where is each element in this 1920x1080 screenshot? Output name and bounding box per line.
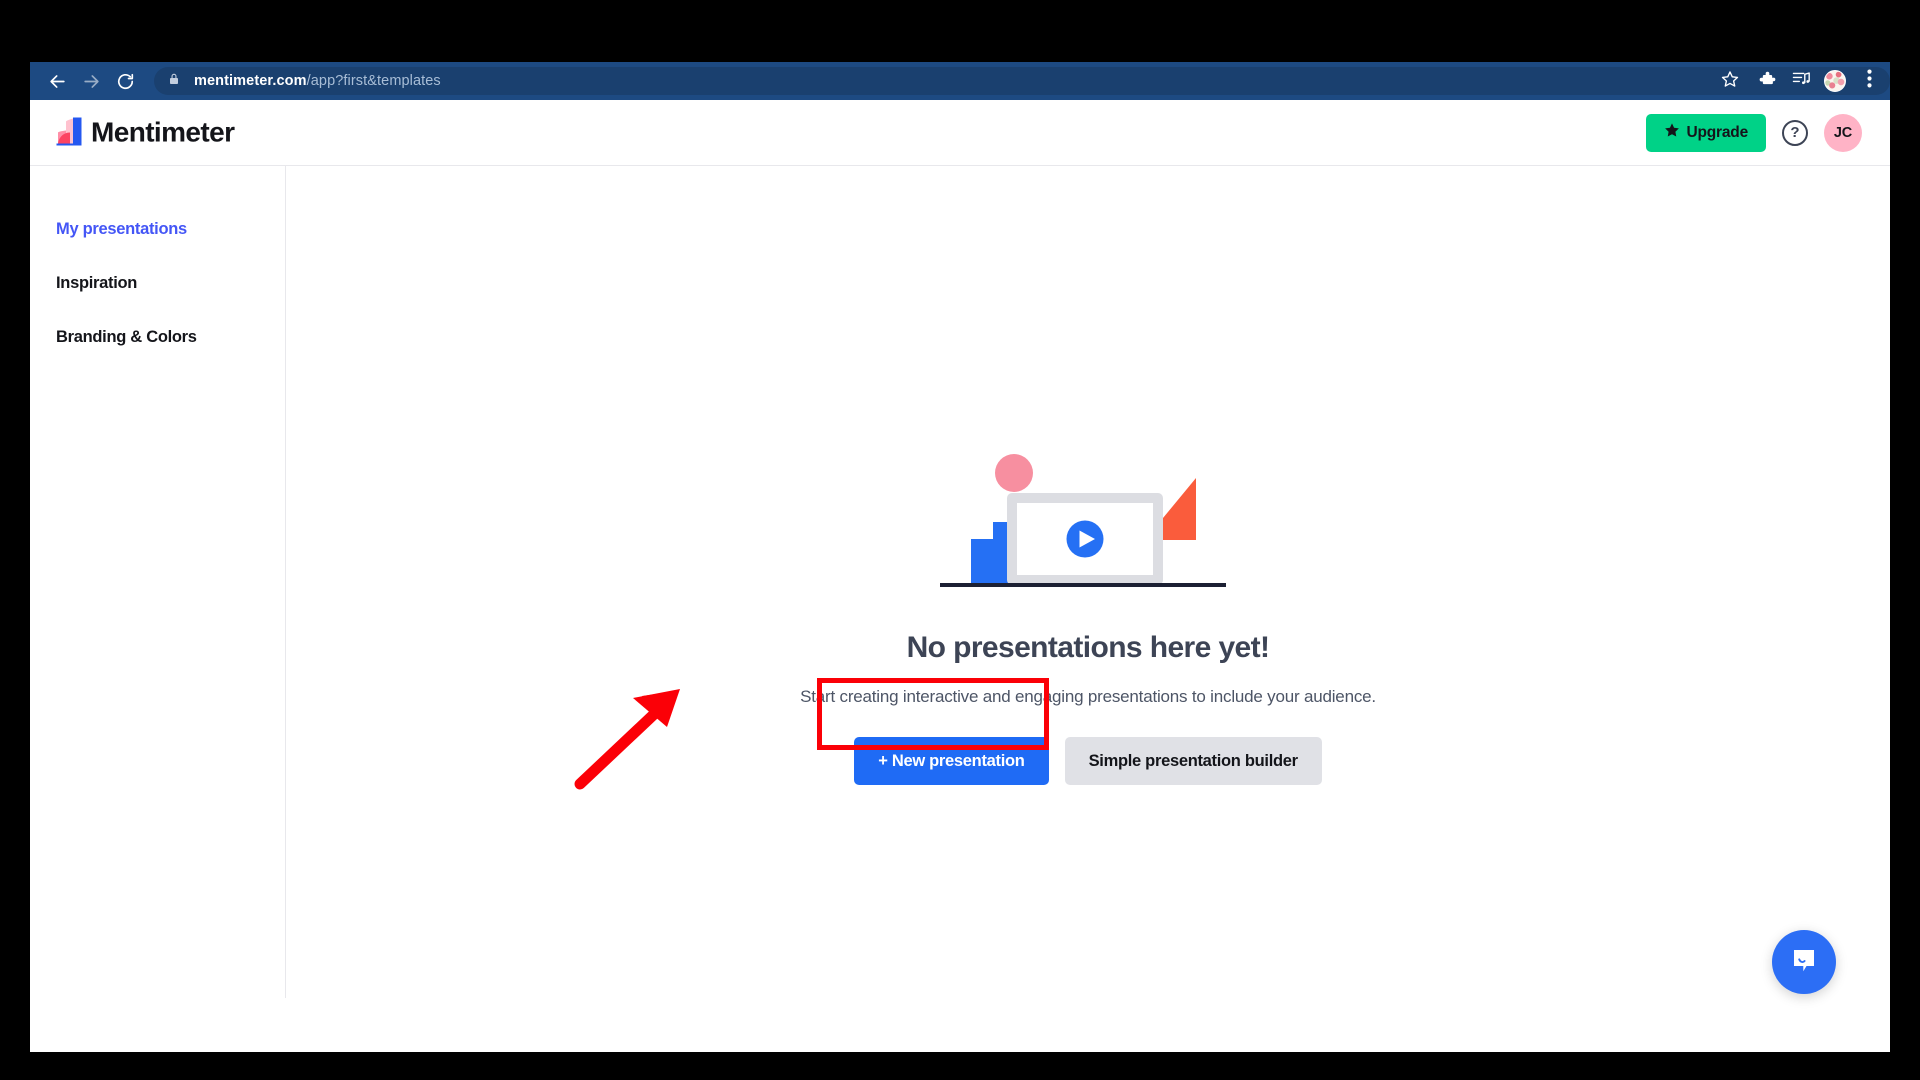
media-control-button[interactable]	[1786, 66, 1816, 96]
sidebar-item-inspiration[interactable]: Inspiration	[30, 256, 285, 310]
sidebar-item-branding-colors[interactable]: Branding & Colors	[30, 310, 285, 364]
three-dot-menu-icon	[1866, 69, 1872, 93]
bookmark-button[interactable]	[1716, 67, 1744, 95]
question-mark-circle-icon: ?	[1790, 124, 1800, 141]
arrow-right-icon	[82, 72, 101, 91]
app-header: Mentimeter Upgrade ? JC	[30, 100, 1890, 166]
lock-icon	[168, 72, 180, 91]
forward-button[interactable]	[74, 64, 108, 98]
help-button[interactable]: ?	[1782, 119, 1808, 146]
avatar[interactable]: JC	[1824, 113, 1862, 152]
url-host: mentimeter.com	[194, 73, 307, 89]
browser-toolbar: mentimeter.com/app?first&templates	[30, 62, 1890, 100]
reload-button[interactable]	[108, 64, 142, 98]
browser-actions	[1752, 62, 1884, 100]
sidebar: My presentations Inspiration Branding & …	[30, 166, 286, 998]
mentimeter-bars-logo	[56, 115, 82, 150]
page-title: No presentations here yet!	[906, 631, 1270, 664]
url-path: /app?first&templates	[306, 73, 441, 89]
chat-bubble-smile-icon	[1789, 945, 1819, 980]
star-filled-icon	[1664, 122, 1680, 143]
puzzle-piece-icon	[1759, 70, 1776, 92]
chrome-profile-button[interactable]	[1820, 66, 1850, 96]
url-text: mentimeter.com/app?first&templates	[194, 73, 441, 89]
address-bar[interactable]: mentimeter.com/app?first&templates	[154, 67, 1890, 95]
media-playlist-icon	[1792, 70, 1811, 92]
arrow-left-icon	[48, 72, 67, 91]
upgrade-label: Upgrade	[1686, 123, 1749, 141]
reload-icon	[116, 72, 135, 91]
sidebar-item-label: My presentations	[56, 220, 187, 238]
profile-avatar-icon	[1824, 70, 1846, 92]
simple-presentation-builder-button[interactable]: Simple presentation builder	[1064, 737, 1322, 785]
brand-name: Mentimeter	[91, 116, 235, 148]
chat-launcher-button[interactable]	[1772, 930, 1836, 994]
chrome-menu-button[interactable]	[1854, 66, 1884, 96]
sidebar-item-my-presentations[interactable]: My presentations	[30, 202, 285, 256]
cta-row: + New presentation Simple presentation b…	[628, 737, 1548, 785]
sidebar-item-label: Inspiration	[56, 274, 138, 292]
back-button[interactable]	[40, 64, 74, 98]
upgrade-button[interactable]: Upgrade	[1645, 113, 1766, 152]
star-outline-icon	[1721, 70, 1739, 93]
screenshot-canvas: mentimeter.com/app?first&templates Menti…	[0, 0, 1920, 1080]
main-content: No presentations here yet! Start creatin…	[286, 166, 1890, 1052]
empty-state: No presentations here yet! Start creatin…	[628, 452, 1548, 785]
page-subtitle: Start creating interactive and engaging …	[800, 687, 1376, 706]
brand-logo[interactable]: Mentimeter	[56, 115, 235, 150]
header-actions: Upgrade ? JC	[1645, 113, 1862, 152]
presentation-video-illustration	[628, 452, 1548, 597]
avatar-initials: JC	[1833, 124, 1853, 141]
new-presentation-button[interactable]: + New presentation	[854, 737, 1049, 785]
browser-page: mentimeter.com/app?first&templates Menti…	[30, 62, 1890, 1052]
extensions-button[interactable]	[1752, 66, 1782, 96]
sidebar-item-label: Branding & Colors	[56, 328, 197, 346]
